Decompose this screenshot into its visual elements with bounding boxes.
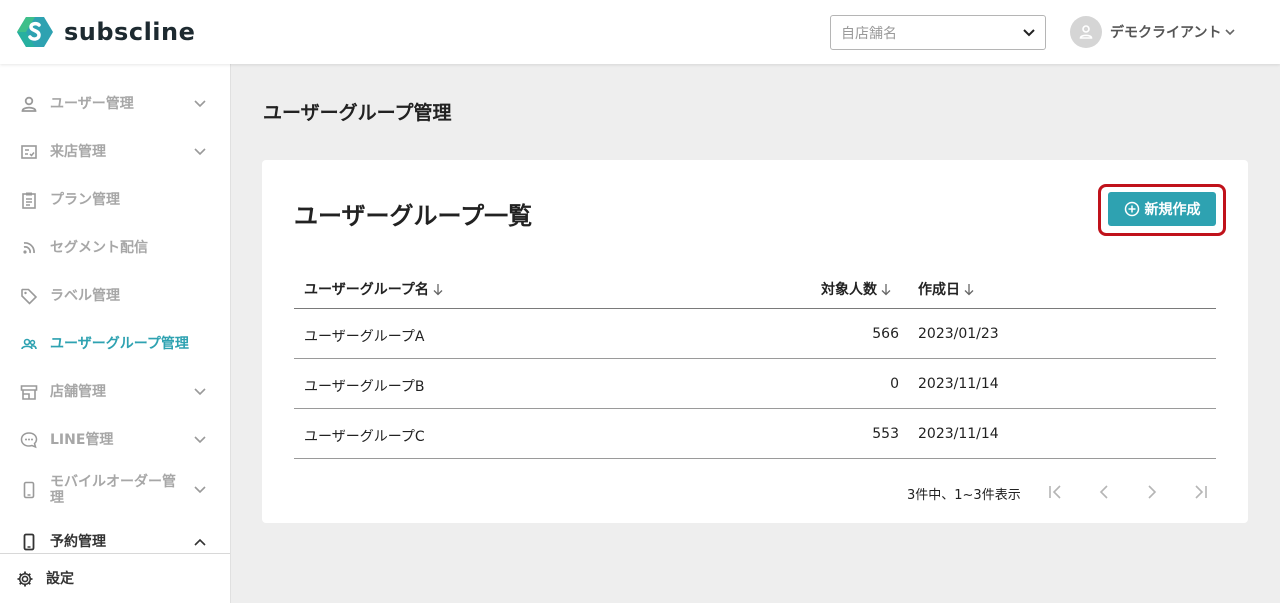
user-group-table: ユーザーグループ名 対象人数 作成日 ユーザーグループA 566 2023/01… [294, 264, 1216, 459]
logo-mark-icon [16, 15, 54, 49]
column-header-count[interactable]: 対象人数 [821, 279, 893, 299]
sidebar-item-mobile-order[interactable]: モバイルオーダー管理 [0, 464, 230, 516]
table-row[interactable]: ユーザーグループB 0 2023/11/14 [294, 359, 1216, 409]
add-circle-icon [1124, 201, 1140, 217]
chevron-down-icon [194, 386, 206, 398]
sidebar-item-label: 来店管理 [50, 144, 106, 160]
sidebar-item-line[interactable]: LINE管理 [0, 416, 230, 464]
sidebar-item-label-mgmt[interactable]: ラベル管理 [0, 272, 230, 320]
sidebar-settings[interactable]: 設定 [0, 553, 230, 603]
group-date: 2023/11/14 [918, 376, 999, 392]
column-header-label: 対象人数 [821, 282, 877, 298]
sidebar-item-label: ラベル管理 [50, 288, 120, 304]
table-header: ユーザーグループ名 対象人数 作成日 [294, 264, 1216, 309]
pagination: 3件中、1~3件表示 [294, 482, 1216, 503]
store-icon [20, 383, 38, 401]
phone-icon [20, 481, 38, 499]
sidebar-item-plan[interactable]: プラン管理 [0, 176, 230, 224]
sidebar-item-segment[interactable]: セグメント配信 [0, 224, 230, 272]
group-icon [20, 335, 38, 353]
group-count: 566 [872, 326, 899, 342]
user-menu[interactable]: デモクライアント [1070, 16, 1237, 48]
sidebar-item-label: ユーザー管理 [50, 96, 134, 112]
group-date: 2023/01/23 [918, 326, 999, 342]
first-page-icon[interactable] [1046, 482, 1066, 502]
rss-icon [20, 239, 38, 257]
last-page-icon[interactable] [1190, 482, 1210, 502]
group-name: ユーザーグループB [304, 379, 425, 395]
sidebar-item-user-group[interactable]: ユーザーグループ管理 [0, 320, 230, 368]
sort-arrow-icon [964, 282, 976, 296]
prev-page-icon[interactable] [1094, 482, 1114, 502]
brand-name: subscline [64, 18, 196, 46]
sidebar-item-visit[interactable]: 来店管理 [0, 128, 230, 176]
store-select[interactable]: 自店舗名 [830, 15, 1046, 50]
group-count: 553 [872, 426, 899, 442]
chevron-up-icon [194, 536, 206, 548]
group-name: ユーザーグループA [304, 329, 425, 345]
logo[interactable]: subscline [16, 15, 195, 49]
sort-arrow-icon [433, 282, 445, 296]
sort-arrow-icon [881, 282, 893, 296]
group-count: 0 [890, 376, 899, 392]
next-page-icon[interactable] [1142, 482, 1162, 502]
new-create-label: 新規作成 [1144, 201, 1201, 217]
chevron-down-icon [194, 146, 206, 158]
chevron-down-icon [194, 98, 206, 110]
gear-icon [16, 570, 34, 588]
sidebar-item-store[interactable]: 店舗管理 [0, 368, 230, 416]
person-icon [20, 95, 38, 113]
sidebar-item-label: セグメント配信 [50, 240, 148, 256]
sidebar-item-label: プラン管理 [50, 192, 120, 208]
avatar [1070, 16, 1102, 48]
group-name: ユーザーグループC [304, 429, 425, 445]
sidebar: ユーザー管理 来店管理 プラン管理 セグメント配信 ラベル管理 ユーザーグループ… [0, 64, 231, 603]
group-date: 2023/11/14 [918, 426, 999, 442]
user-group-card: ユーザーグループ一覧 新規作成 ユーザーグループ名 対象人数 作成日 ユーザーグ… [262, 160, 1248, 523]
store-select-placeholder: 自店舗名 [841, 25, 897, 42]
sidebar-item-label: モバイルオーダー管理 [50, 474, 176, 506]
chevron-down-icon [1225, 26, 1237, 38]
column-header-label: 作成日 [918, 282, 960, 298]
card-title: ユーザーグループ一覧 [294, 202, 533, 230]
user-name: デモクライアント [1110, 25, 1222, 41]
sidebar-item-user[interactable]: ユーザー管理 [0, 80, 230, 128]
chevron-down-icon [194, 484, 206, 496]
pagination-info: 3件中、1~3件表示 [907, 488, 1021, 503]
person-icon [1079, 25, 1093, 39]
new-create-button[interactable]: 新規作成 [1108, 192, 1216, 226]
column-header-label: ユーザーグループ名 [304, 282, 429, 298]
phone-icon [20, 533, 38, 551]
sidebar-item-label: 予約管理 [50, 534, 106, 550]
chat-icon [20, 431, 38, 449]
sidebar-item-label: LINE管理 [50, 432, 114, 448]
checklist-icon [20, 143, 38, 161]
column-header-date[interactable]: 作成日 [918, 279, 976, 299]
page-title: ユーザーグループ管理 [263, 102, 452, 124]
column-header-name[interactable]: ユーザーグループ名 [304, 279, 445, 299]
sidebar-item-label: 店舗管理 [50, 384, 106, 400]
clipboard-icon [20, 191, 38, 209]
app-header: subscline 自店舗名 デモクライアント [0, 0, 1280, 64]
settings-label: 設定 [46, 570, 74, 587]
table-row[interactable]: ユーザーグループA 566 2023/01/23 [294, 309, 1216, 359]
table-row[interactable]: ユーザーグループC 553 2023/11/14 [294, 409, 1216, 459]
chevron-down-icon [1023, 27, 1035, 39]
chevron-down-icon [194, 434, 206, 446]
sidebar-item-label: ユーザーグループ管理 [50, 336, 189, 352]
tag-icon [20, 287, 38, 305]
